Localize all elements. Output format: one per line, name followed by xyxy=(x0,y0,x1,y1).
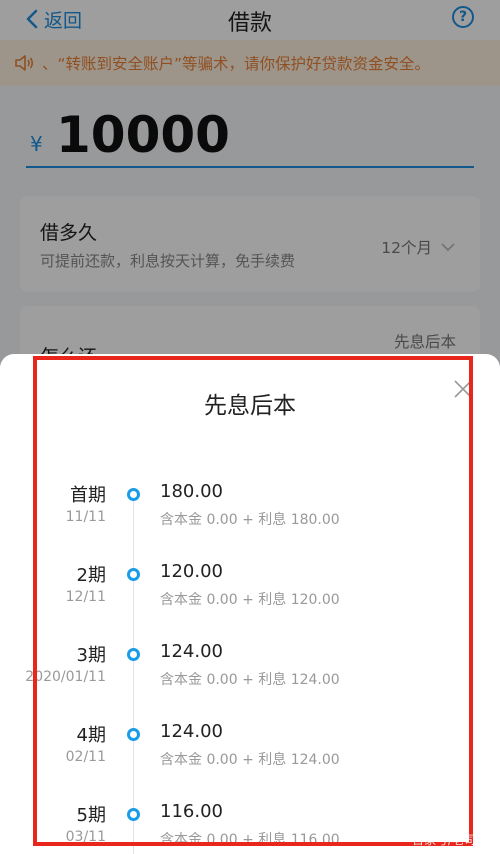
due-date: 12/11 xyxy=(65,589,106,605)
period-label: 首期 xyxy=(70,485,106,506)
due-date: 02/11 xyxy=(65,749,106,765)
due-date: 03/11 xyxy=(65,829,106,845)
period-label: 3期 xyxy=(76,645,106,666)
period-label: 5期 xyxy=(76,805,106,826)
schedule-row: 首期 11/11 180.00 含本金 0.00 + 利息 180.00 xyxy=(0,481,500,561)
payment-amount: 116.00 xyxy=(160,801,223,822)
timeline-dot-icon xyxy=(127,648,140,661)
payment-detail: 含本金 0.00 + 利息 120.00 xyxy=(160,592,340,608)
payment-amount: 180.00 xyxy=(160,481,223,502)
payment-detail: 含本金 0.00 + 利息 180.00 xyxy=(160,512,340,528)
payment-detail: 含本金 0.00 + 利息 124.00 xyxy=(160,752,340,768)
schedule-row: 4期 02/11 124.00 含本金 0.00 + 利息 124.00 xyxy=(0,721,500,801)
close-icon[interactable] xyxy=(452,378,474,400)
payment-detail: 含本金 0.00 + 利息 124.00 xyxy=(160,672,340,688)
due-date: 2020/01/11 xyxy=(25,669,106,685)
payment-detail: 含本金 0.00 + 利息 116.00 xyxy=(160,832,340,848)
payment-amount: 120.00 xyxy=(160,561,223,582)
timeline-dot-icon xyxy=(127,808,140,821)
watermark: 百家号/老司机 xyxy=(411,833,488,847)
timeline-dot-icon xyxy=(127,568,140,581)
due-date: 11/11 xyxy=(65,509,106,525)
payment-amount: 124.00 xyxy=(160,641,223,662)
period-label: 2期 xyxy=(76,565,106,586)
period-label: 4期 xyxy=(76,725,106,746)
timeline-dot-icon xyxy=(127,728,140,741)
timeline-dot-icon xyxy=(127,488,140,501)
schedule-row: 2期 12/11 120.00 含本金 0.00 + 利息 120.00 xyxy=(0,561,500,641)
payment-amount: 124.00 xyxy=(160,721,223,742)
schedule-row: 3期 2020/01/11 124.00 含本金 0.00 + 利息 124.00 xyxy=(0,641,500,721)
sheet-title: 先息后本 xyxy=(204,393,296,419)
